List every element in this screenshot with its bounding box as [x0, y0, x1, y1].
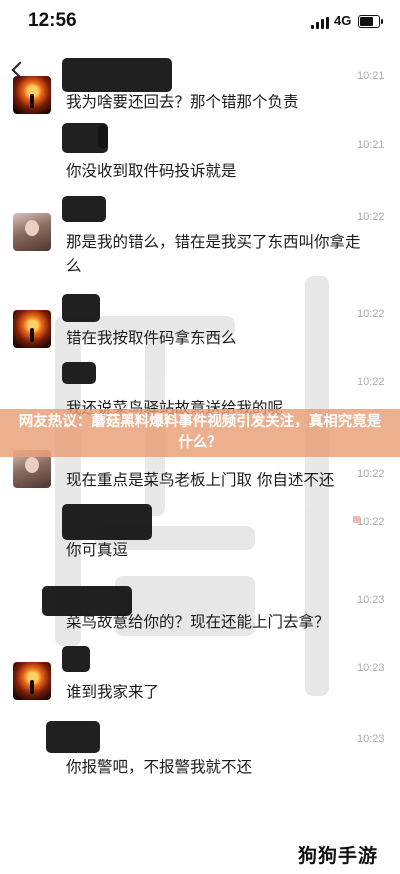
message-time: 10:23	[357, 594, 385, 606]
avatar[interactable]	[13, 310, 51, 348]
message-time: 10:22	[357, 308, 385, 320]
avatar[interactable]	[13, 662, 51, 700]
redacted-name	[62, 362, 96, 384]
message-text: 菜鸟故意给你的？现在还能上门去拿？	[66, 613, 330, 631]
redacted-name	[98, 125, 108, 149]
message-text: 你没收到取件码投诉就是	[66, 162, 237, 180]
message-time: 10:22	[357, 516, 385, 528]
message-time: 10:23	[357, 662, 385, 674]
battery-icon	[358, 15, 383, 28]
message-time: 10:21	[357, 139, 385, 151]
redacted-name	[46, 721, 100, 753]
redacted-name	[62, 646, 90, 672]
message-text: 谁到我家来了	[66, 683, 160, 701]
redacted-name	[62, 196, 106, 222]
avatar[interactable]	[13, 76, 51, 114]
status-time: 12:56	[28, 10, 77, 31]
headline-title: 网友热议：蘑菇黑料爆料事件视频引发关注，真相究竟是什么？	[18, 414, 382, 451]
message-time: 10:23	[357, 733, 385, 745]
message-text: 我为啥要还回去？那个错那个负责	[66, 93, 299, 111]
redacted-name	[62, 58, 172, 92]
message-text: 你报警吧，不报警我就不还	[66, 758, 253, 776]
chat-history[interactable]: 10:21 我为啥要还回去？那个错那个负责 10:21 你没收到取件码投诉就是 …	[0, 46, 400, 874]
message-text: 那是我的错么，错在是我买了东西叫你拿走么	[66, 233, 361, 275]
signal-icon	[311, 17, 329, 29]
message-text: 你可真逗	[66, 541, 129, 559]
headline-banner: 网友热议：蘑菇黑料爆料事件视频引发关注，真相究竟是什么？	[0, 409, 400, 457]
red-marker	[353, 516, 360, 523]
message-time: 10:22	[357, 376, 385, 388]
message-text: 错在我按取件码拿东西么	[66, 329, 237, 347]
message-time: 10:22	[357, 211, 385, 223]
network-type: 4G	[334, 13, 352, 28]
message-time: 10:21	[357, 70, 385, 82]
message-text: 现在重点是菜鸟老板上门取 你自述不还	[66, 471, 335, 489]
redacted-name	[62, 504, 152, 540]
avatar[interactable]	[13, 213, 51, 251]
site-logo: 狗狗手游	[298, 845, 379, 867]
redacted-name	[62, 294, 100, 322]
status-bar: 12:56 4G	[0, 0, 400, 46]
